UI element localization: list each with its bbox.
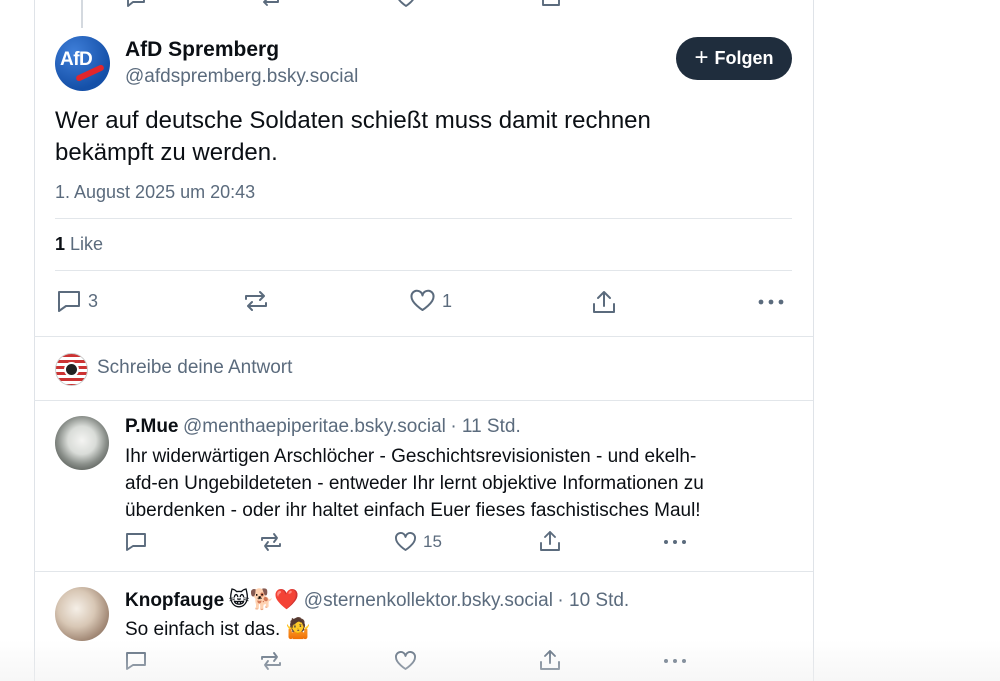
author-avatar[interactable]: AfD (55, 36, 110, 91)
post-text-line: bekämpft zu werden. (55, 139, 278, 166)
likes-count: 1 (55, 234, 66, 254)
shrug-emoji: 🤷 (285, 616, 311, 640)
share-icon (540, 531, 560, 551)
post-text-line: Wer auf deutsche Soldaten schießt muss d… (55, 107, 651, 134)
thread-column (34, 0, 814, 681)
reply-count: 3 (88, 290, 99, 311)
like-count: 15 (423, 531, 442, 551)
reply-author-handle[interactable]: @menthaepiperitae.bsky.social (183, 416, 446, 437)
share-icon (540, 650, 560, 670)
author-handle[interactable]: @afdspremberg.bsky.social (125, 66, 358, 88)
previous-reply-icon (127, 0, 145, 7)
reply-button[interactable] (125, 532, 147, 552)
previous-share-icon (542, 0, 560, 6)
avatar-logo-text: AfD (60, 49, 93, 70)
reply-text-line: Ihr widerwärtigen Arschlöcher - Geschich… (125, 446, 697, 467)
more-dots-icon (664, 540, 686, 544)
reply-header: Knopfauge 😸🐕❤️ @sternenkollektor.bsky.so… (125, 587, 629, 612)
repost-icon (245, 291, 267, 311)
reply-icon (126, 533, 146, 551)
divider (34, 571, 813, 572)
repost-icon (261, 533, 281, 551)
divider (55, 270, 792, 271)
reply-author-name[interactable]: Knopfauge (125, 590, 224, 611)
reply-compose-prompt[interactable]: Schreibe deine Antwort (97, 357, 292, 379)
reply-text-line: überdenken - oder ihr haltet einfach Eue… (125, 500, 701, 521)
likes-label: Like (70, 234, 104, 254)
heart-icon (410, 289, 435, 311)
previous-post-actions-cutoff (0, 0, 1000, 8)
repost-button[interactable] (242, 289, 276, 313)
post-text: Wer auf deutsche Soldaten schießt muss d… (55, 105, 775, 169)
share-button[interactable] (539, 530, 561, 552)
more-dots-icon (664, 659, 686, 663)
plus-icon: + (694, 43, 709, 71)
reply-time[interactable]: · 10 Std. (557, 590, 629, 611)
heart-icon (395, 532, 416, 551)
share-icon (593, 291, 615, 313)
reply-text: Ihr widerwärtigen Arschlöcher - Geschich… (125, 443, 795, 524)
reply-text: So einfach ist das. 🤷 (125, 615, 795, 643)
my-avatar (55, 353, 88, 386)
more-options-button[interactable] (663, 532, 687, 552)
post-timestamp[interactable]: 1. August 2025 um 20:43 (55, 182, 255, 203)
reply-text-line: So einfach ist das. (125, 619, 281, 640)
reply-author-handle[interactable]: @sternenkollektor.bsky.social (304, 590, 553, 611)
reply-text-line: afd-en Ungebildeteten - entweder Ihr ler… (125, 473, 704, 494)
more-options-button[interactable] (663, 651, 687, 671)
follow-button-label: Folgen (714, 48, 774, 68)
reply-header: P.Mue @menthaepiperitae.bsky.social · 11… (125, 416, 521, 438)
previous-repost-icon (263, 0, 279, 6)
repost-button[interactable] (259, 532, 283, 552)
divider (55, 218, 792, 219)
like-button[interactable]: 15 (394, 531, 442, 552)
share-button[interactable] (591, 289, 617, 315)
reply-avatar[interactable] (55, 416, 109, 470)
likes-summary[interactable]: 1 Like (55, 234, 103, 255)
my-avatar-center (64, 362, 79, 377)
previous-like-icon (398, 0, 414, 7)
reply-button[interactable]: 3 (56, 289, 98, 313)
divider (34, 336, 813, 337)
reply-time[interactable]: · 11 Std. (450, 416, 520, 437)
reply-icon (126, 652, 146, 670)
repost-button[interactable] (259, 651, 283, 671)
heart-icon (395, 651, 416, 670)
divider (34, 400, 813, 401)
like-button[interactable] (394, 650, 423, 671)
like-count: 1 (442, 290, 453, 311)
reply-icon (58, 291, 80, 312)
share-button[interactable] (539, 649, 561, 671)
repost-icon (261, 652, 281, 670)
reply-button[interactable] (125, 651, 147, 671)
more-options-button[interactable] (757, 289, 785, 313)
like-button[interactable]: 1 (409, 289, 452, 313)
author-name[interactable]: AfD Spremberg (125, 38, 279, 62)
reply-avatar[interactable] (55, 587, 109, 641)
reply-author-name[interactable]: P.Mue (125, 416, 179, 437)
follow-button[interactable]: + Folgen (676, 37, 792, 80)
more-dots-icon (758, 299, 784, 305)
name-emoji: 😸🐕❤️ (228, 587, 300, 611)
